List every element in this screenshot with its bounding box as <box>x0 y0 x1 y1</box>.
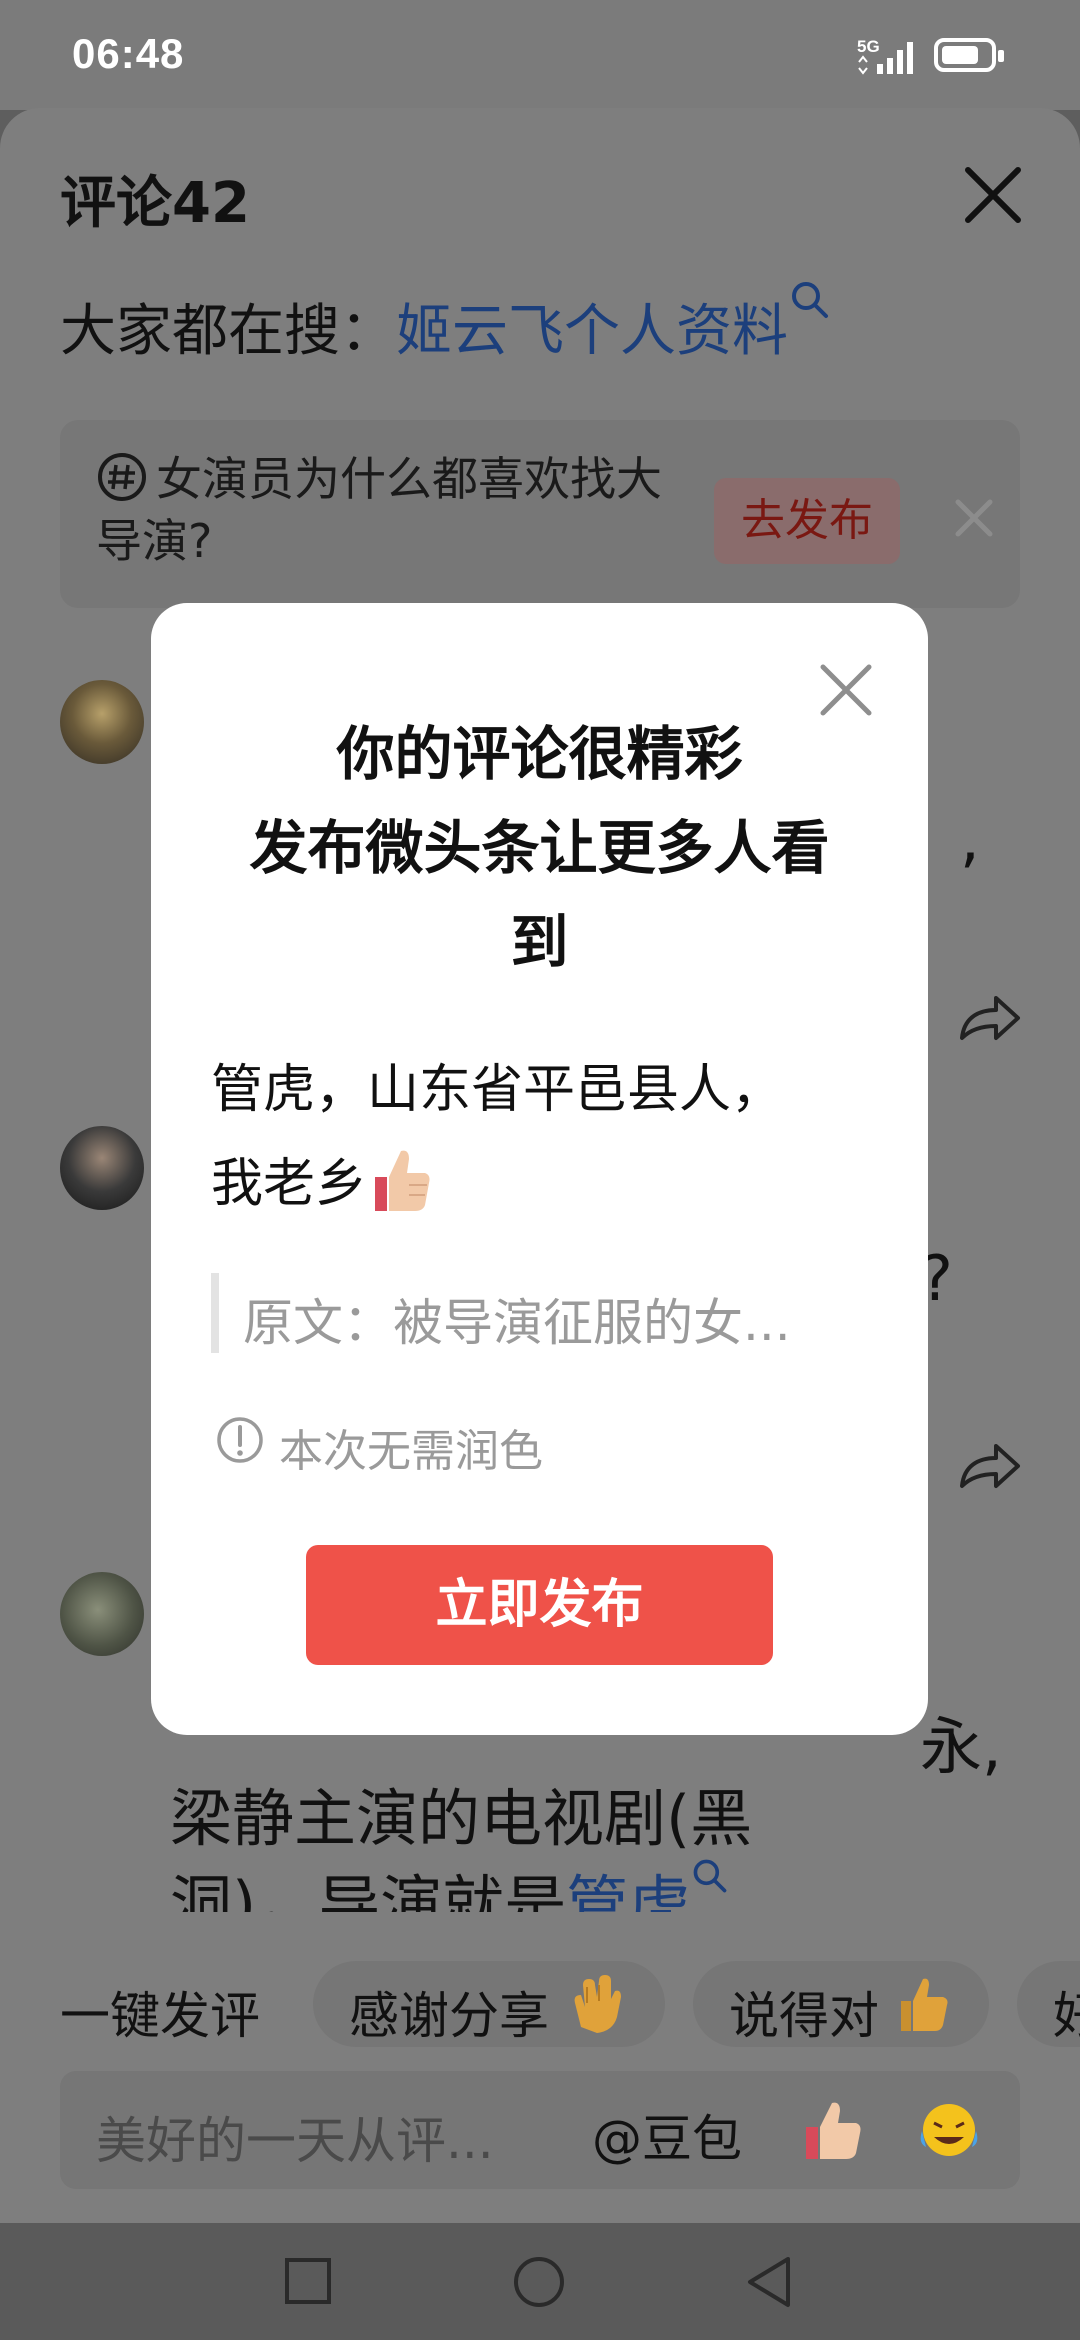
network-label: 5G <box>857 37 880 56</box>
topic-card[interactable]: 女演员为什么都喜欢找大导演? 去发布 <box>60 420 1020 608</box>
quick-reply-chip[interactable]: 说得对 <box>693 1961 989 2047</box>
avatar[interactable] <box>60 680 144 764</box>
share-icon[interactable] <box>954 1436 1024 1496</box>
sheet-close-icon[interactable] <box>958 160 1028 230</box>
dialog-title: 你的评论很精彩 发布微头条让更多人看 到 <box>151 707 928 989</box>
search-prefix: 大家都在搜： <box>60 299 396 364</box>
thumbs-up-emoji[interactable] <box>800 2097 866 2163</box>
comment-text-fragment: 永, <box>920 1710 1002 1783</box>
comment-input-placeholder: 美好的一天从评... <box>96 2112 494 2170</box>
battery-icon <box>934 38 1004 72</box>
status-time: 06:48 <box>72 30 185 77</box>
thumbs-up-emoji <box>375 1150 430 1211</box>
nav-recents-icon[interactable] <box>284 2257 332 2305</box>
search-suggestion[interactable]: 大家都在搜：姬云飞个人资料 <box>60 278 832 367</box>
comment-line: 我老乡 <box>211 1154 368 1214</box>
chip-label: 好 <box>1053 1987 1080 2045</box>
laughing-emoji[interactable] <box>916 2099 982 2161</box>
topic-hashtag-icon <box>98 453 146 501</box>
comment-text: 洞)，导演就是 <box>170 1868 567 1912</box>
quick-reply-chip[interactable]: 感谢分享 <box>313 1961 665 2047</box>
signal-icon: 5G <box>857 37 913 75</box>
nav-back-icon[interactable] <box>744 2255 794 2309</box>
search-icon <box>693 1859 727 1893</box>
polish-hint: 本次无需润色 <box>279 1426 543 1477</box>
avatar[interactable] <box>60 1572 144 1656</box>
comment-text-line: 梁静主演的电视剧(黑 <box>170 1782 753 1855</box>
quick-reply-label: 一键发评 <box>60 1987 260 2045</box>
dialog-title-line: 发布微头条让更多人看 <box>249 814 830 882</box>
comment-text-line-clipped: 洞)，导演就是管虎 <box>170 1854 1070 1912</box>
topic-close-icon[interactable] <box>944 488 1004 548</box>
clap-emoji <box>574 1975 621 2033</box>
chip-label: 感谢分享 <box>349 1987 549 2045</box>
thumbs-up-emoji <box>901 1978 948 2031</box>
dialog-title-line: 你的评论很精彩 <box>336 720 743 788</box>
comment-link[interactable]: 管虎 <box>566 1868 690 1912</box>
quick-reply-chip[interactable]: 好 <box>1017 1961 1080 2047</box>
search-link[interactable]: 姬云飞个人资料 <box>396 299 788 364</box>
status-bar: 06:48 5G <box>0 0 1080 110</box>
system-nav-bar <box>0 2223 1080 2340</box>
mention-doubao-button[interactable]: @豆包 <box>592 2099 742 2171</box>
quote-bar <box>211 1273 219 1353</box>
publish-now-button[interactable]: 立即发布 <box>306 1545 773 1665</box>
share-icon[interactable] <box>954 988 1024 1048</box>
nav-home-icon[interactable] <box>512 2255 566 2309</box>
topic-publish-button[interactable]: 去发布 <box>714 478 900 564</box>
comment-line: 管虎，山东省平邑县人， <box>211 1060 784 1120</box>
chip-label: 说得对 <box>729 1987 879 2045</box>
dialog-title-line: 到 <box>510 908 569 976</box>
info-icon <box>217 1417 263 1463</box>
comments-title: 评论42 <box>60 171 250 236</box>
original-quote: 原文：被导演征服的女... <box>243 1294 791 1352</box>
topic-text: 女演员为什么都喜欢找大导演? <box>96 452 662 568</box>
avatar[interactable] <box>60 1126 144 1210</box>
publish-dialog: 你的评论很精彩 发布微头条让更多人看 到 管虎，山东省平邑县人， 我老乡 原文：… <box>151 603 928 1735</box>
comment-input-bar[interactable]: 美好的一天从评... @豆包 <box>60 2071 1020 2189</box>
comment-preview: 管虎，山东省平邑县人， 我老乡 <box>211 1043 871 1231</box>
search-icon <box>792 282 828 318</box>
